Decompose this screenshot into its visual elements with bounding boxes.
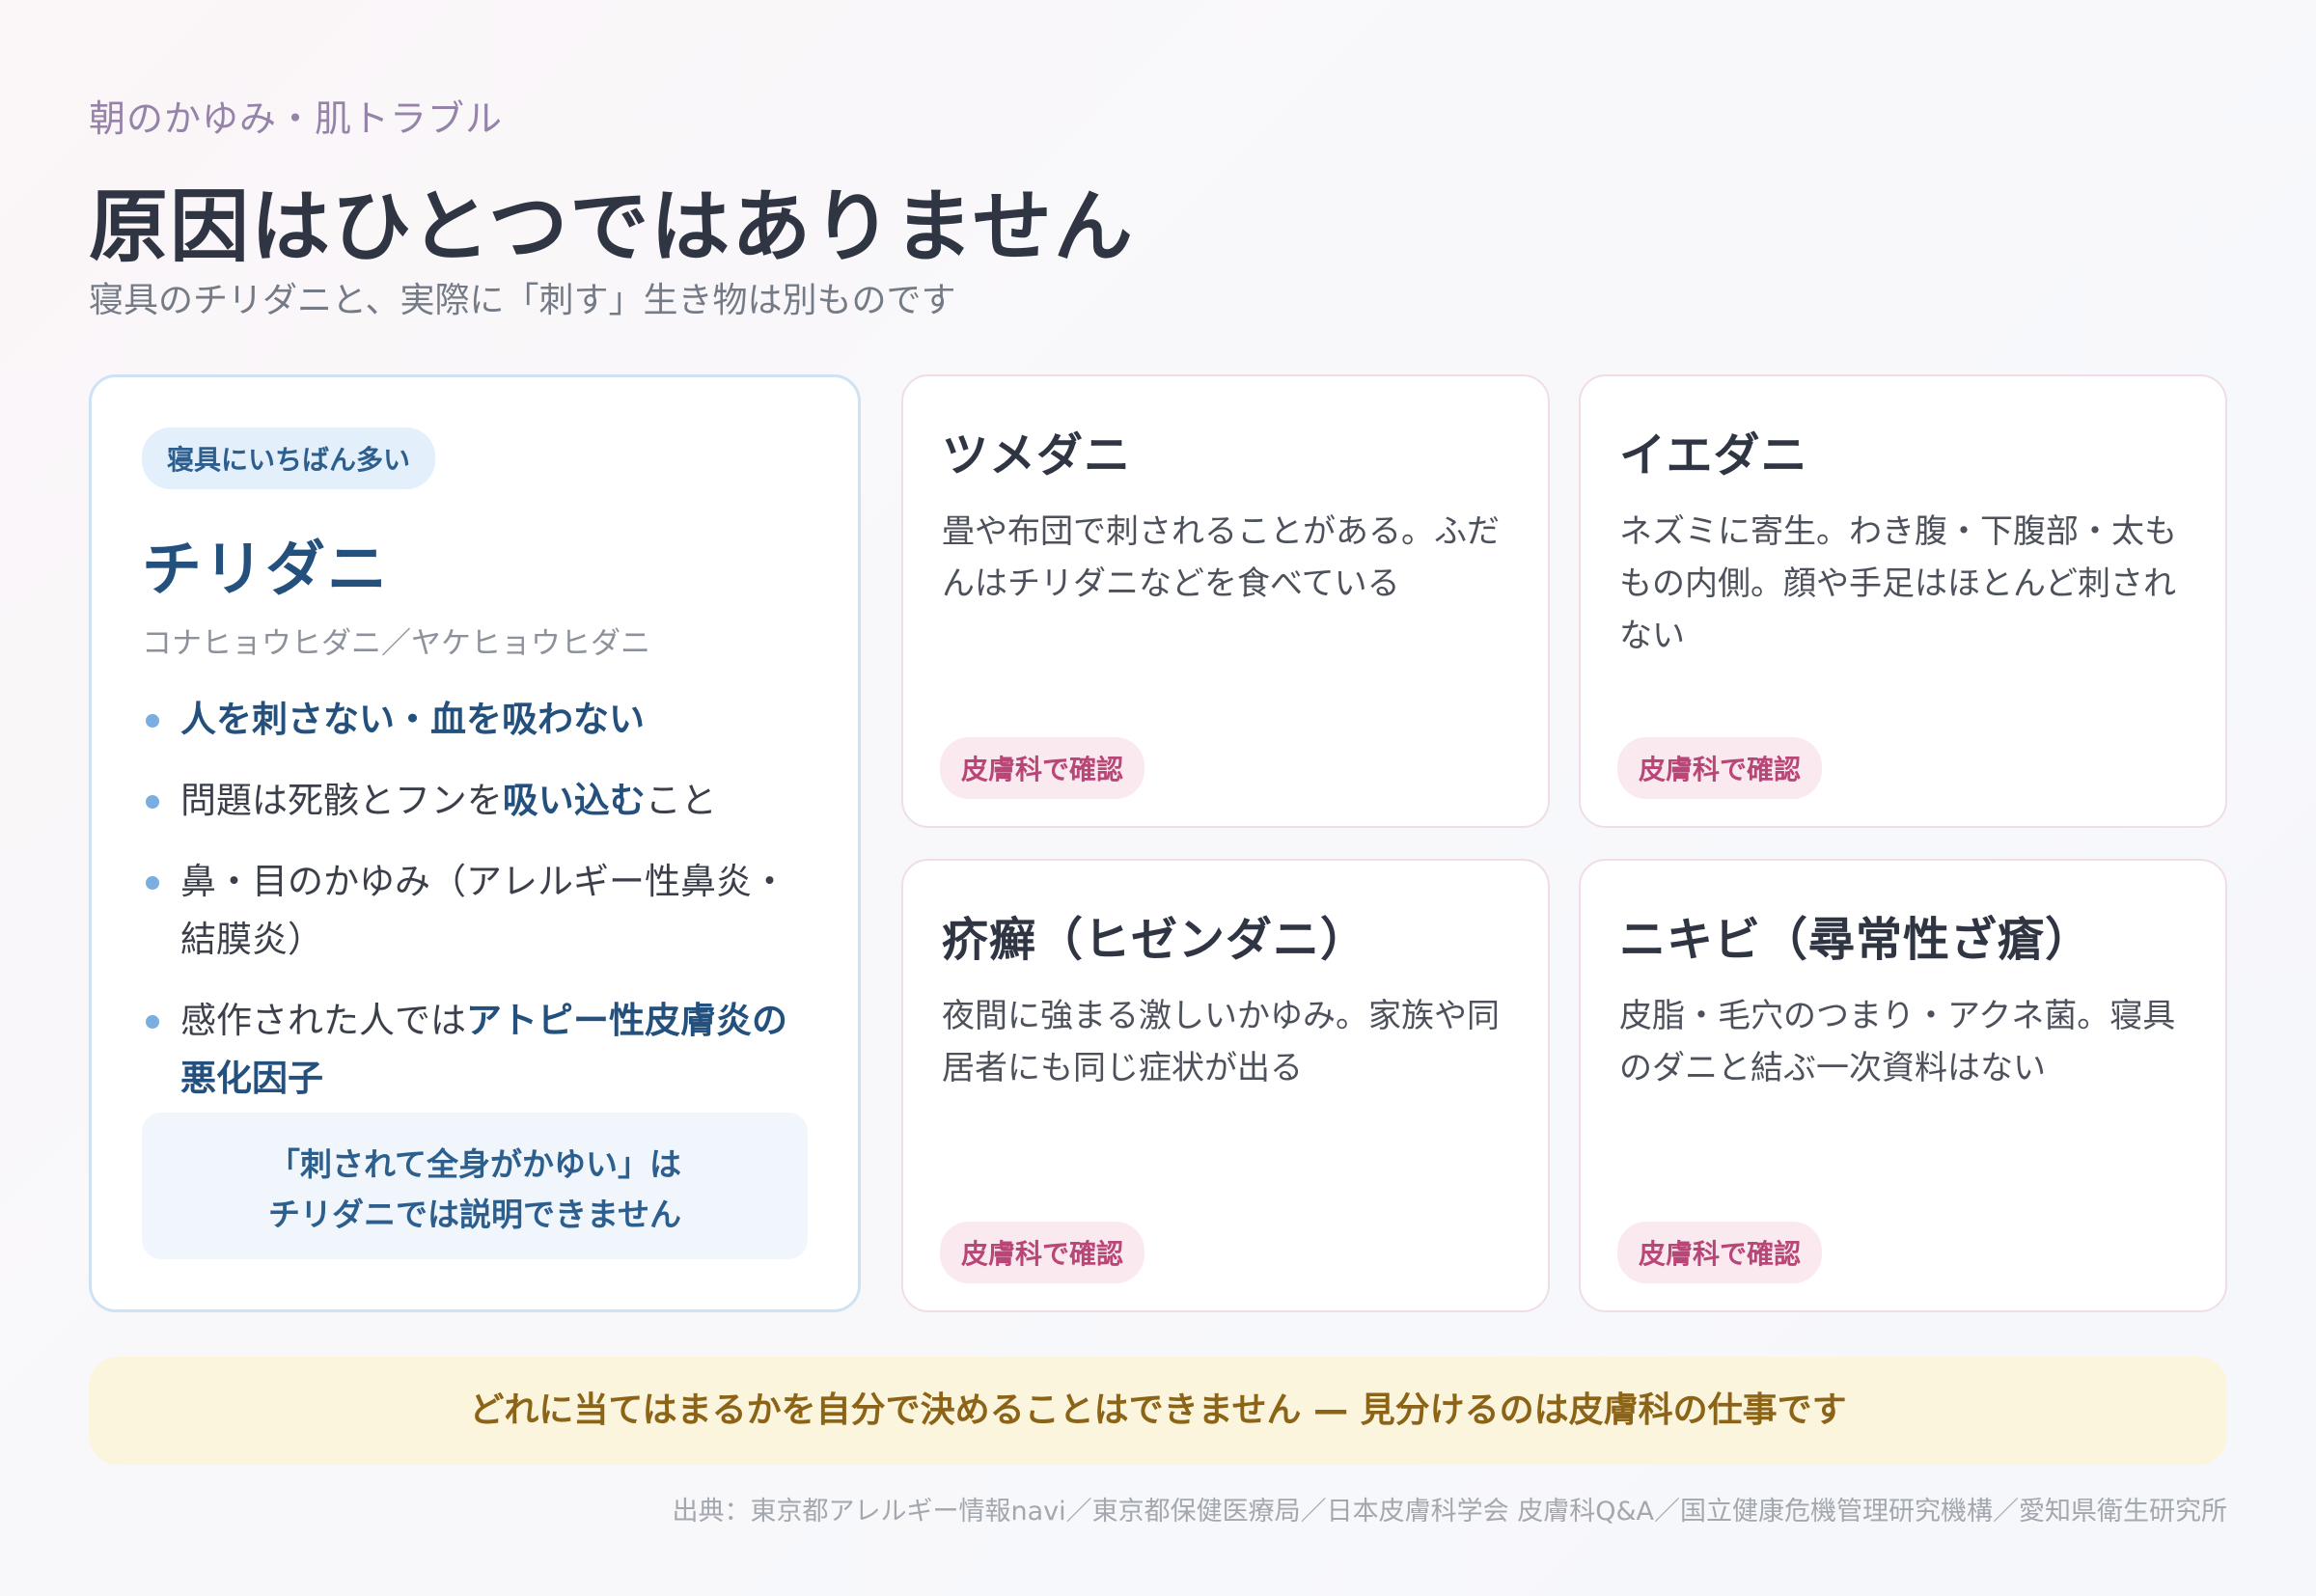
point-text: 鼻・目のかゆみ（アレルギー性鼻炎・結膜炎） <box>180 861 787 960</box>
main-card-note: 「刺されて全身がかゆい」は チリダニでは説明できません <box>142 1113 808 1259</box>
page-title: 原因はひとつではありません <box>89 181 1135 273</box>
point-text-bold: 吸い込む <box>502 780 646 821</box>
main-card-dust-mite: 寝具にいちばん多い チリダニ コナヒョウヒダニ／ヤケヒョウヒダニ 人を刺さない・… <box>89 374 861 1312</box>
point-text-post: こと <box>645 780 717 821</box>
card-acne: ニキビ（尋常性ざ瘡） 皮脂・毛穴のつまり・アクネ菌。寝具のダニと結ぶ一次資料はな… <box>1579 859 2227 1312</box>
infographic: 朝のかゆみ・肌トラブル 原因はひとつではありません 寝具のチリダニと、実際に「刺… <box>89 0 2227 1596</box>
point-text: 人を刺さない・血を吸わない <box>180 699 645 740</box>
card-title: ニキビ（尋常性ざ瘡） <box>1619 913 2093 967</box>
conclusion-banner: どれに当てはまるかを自分で決めることはできません — 見分けるのは皮膚科の仕事で… <box>89 1357 2227 1465</box>
dermatology-badge: 皮膚科で確認 <box>940 1222 1145 1283</box>
eyebrow-label: 朝のかゆみ・肌トラブル <box>89 97 504 140</box>
card-title: 疥癬（ヒゼンダニ） <box>942 913 1368 967</box>
card-description: 皮脂・毛穴のつまり・アクネ菌。寝具のダニと結ぶ一次資料はない <box>1619 997 2176 1087</box>
main-card-points: 人を刺さない・血を吸わない 問題は死骸とフンを吸い込むこと 鼻・目のかゆみ（アレ… <box>142 691 808 1108</box>
main-card-alt-names: コナヒョウヒダニ／ヤケヒョウヒダニ <box>142 626 650 661</box>
bullet-dot-icon <box>146 876 159 890</box>
card-iedani: イエダニ ネズミに寄生。わき腹・下腹部・太ももの内側。顔や手足はほとんど刺されな… <box>1579 374 2227 828</box>
point-item: 感作された人ではアトピー性皮膚炎の悪化因子 <box>142 992 808 1108</box>
source-citation: 出典：東京都アレルギー情報navi／東京都保健医療局／日本皮膚科学会 皮膚科Q&… <box>672 1497 2228 1527</box>
point-text-pre: 問題は死骸とフンを <box>180 780 503 821</box>
point-item: 問題は死骸とフンを吸い込むこと <box>142 772 808 830</box>
note-line-1: 「刺されて全身がかゆい」は <box>267 1145 681 1183</box>
card-description: ネズミに寄生。わき腹・下腹部・太ももの内側。顔や手足はほとんど刺されない <box>1619 512 2177 655</box>
card-title: ツメダニ <box>942 428 1132 482</box>
card-title: イエダニ <box>1619 428 1808 482</box>
card-tsumedani: ツメダニ 畳や布団で刺されることがある。ふだんはチリダニなどを食べている 皮膚科… <box>901 374 1550 828</box>
most-common-tag: 寝具にいちばん多い <box>142 427 436 489</box>
point-item: 鼻・目のかゆみ（アレルギー性鼻炎・結膜炎） <box>142 853 808 969</box>
note-line-2: チリダニでは説明できません <box>267 1196 681 1233</box>
bullet-dot-icon <box>146 1015 159 1029</box>
dermatology-badge: 皮膚科で確認 <box>1617 1222 1823 1283</box>
bullet-dot-icon <box>146 714 159 728</box>
point-item: 人を刺さない・血を吸わない <box>142 691 808 749</box>
dermatology-badge: 皮膚科で確認 <box>940 737 1145 799</box>
dermatology-badge: 皮膚科で確認 <box>1617 737 1823 799</box>
point-text-pre: 感作された人では <box>180 1000 466 1041</box>
card-description: 夜間に強まる激しいかゆみ。家族や同居者にも同じ症状が出る <box>942 997 1500 1087</box>
card-scabies: 疥癬（ヒゼンダニ） 夜間に強まる激しいかゆみ。家族や同居者にも同じ症状が出る 皮… <box>901 859 1550 1312</box>
main-card-title: チリダニ <box>142 534 390 604</box>
card-description: 畳や布団で刺されることがある。ふだんはチリダニなどを食べている <box>942 512 1500 603</box>
bullet-dot-icon <box>146 795 159 809</box>
page-subtitle: 寝具のチリダニと、実際に「刺す」生き物は別ものです <box>89 281 956 320</box>
